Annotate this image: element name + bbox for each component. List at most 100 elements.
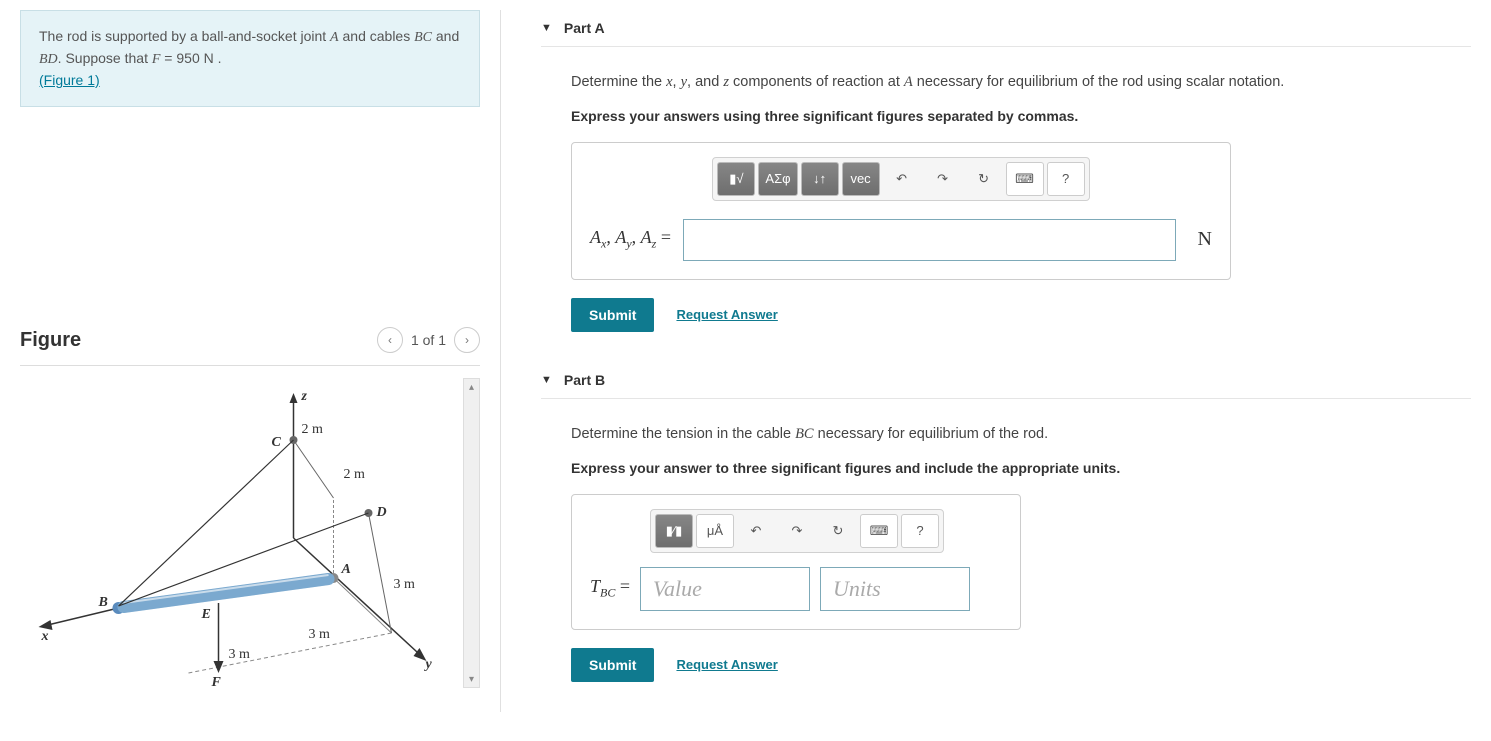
force-value: = 950 N .: [160, 50, 221, 66]
force-F-label: F: [211, 675, 222, 688]
templates-button[interactable]: ▮√: [717, 162, 755, 196]
prompt-text: components of reaction at: [729, 74, 904, 90]
part-a-variables: Ax, Ay, Az =: [590, 227, 671, 252]
left-pane: The rod is supported by a ball-and-socke…: [20, 10, 480, 712]
axis-z: z: [301, 389, 308, 404]
scroll-up-icon[interactable]: ▴: [464, 379, 479, 395]
right-pane: ▼ Part A Determine the x, y, and z compo…: [500, 10, 1471, 712]
units-input[interactable]: Units: [820, 567, 970, 611]
T-sym: T: [590, 576, 600, 596]
figure-title: Figure: [20, 329, 81, 352]
figure-link[interactable]: (Figure 1): [39, 72, 100, 88]
part-b-toolbar: ▮⁄▮ μÅ ↶ ↷ ↻ ⌨ ?: [650, 509, 944, 553]
figure-scrollbar[interactable]: ▴ ▾: [463, 378, 480, 688]
sort-button[interactable]: ↓↑: [801, 162, 839, 196]
T-sub: BC: [600, 586, 615, 600]
part-b-prompt: Determine the tension in the cable BC ne…: [571, 424, 1471, 446]
units-format-button[interactable]: μÅ: [696, 514, 734, 548]
dim-3m-b: 3 m: [309, 627, 331, 642]
cable-BD: BD: [39, 52, 58, 67]
undo-button[interactable]: ↶: [737, 514, 775, 548]
redo-button[interactable]: ↷: [924, 162, 962, 196]
problem-text: . Suppose that: [58, 50, 152, 66]
figure-header: Figure ‹ 1 of 1 ›: [20, 327, 480, 366]
figure-body: z y x C: [20, 378, 480, 688]
redo-button[interactable]: ↷: [778, 514, 816, 548]
collapse-icon: ▼: [541, 374, 552, 386]
part-a-input-card: ▮√ ΑΣφ ↓↑ vec ↶ ↷ ↻ ⌨ ? Ax, Ay, Az =: [571, 142, 1231, 280]
part-b-title: Part B: [564, 372, 605, 388]
submit-button[interactable]: Submit: [571, 298, 654, 332]
part-a-toolbar: ▮√ ΑΣφ ↓↑ vec ↶ ↷ ↻ ⌨ ?: [712, 157, 1089, 201]
part-b-header[interactable]: ▼ Part B: [541, 362, 1471, 399]
scroll-down-icon[interactable]: ▾: [464, 671, 479, 687]
part-b-input-row: TBC = Value Units: [590, 567, 1002, 611]
part-b-input-card: ▮⁄▮ μÅ ↶ ↷ ↻ ⌨ ? TBC = Value Units: [571, 494, 1021, 630]
dim-3m-c: 3 m: [229, 647, 251, 662]
comma: ,: [673, 74, 681, 90]
pager-next-button[interactable]: ›: [454, 327, 480, 353]
part-a: ▼ Part A Determine the x, y, and z compo…: [541, 10, 1471, 332]
vec-button[interactable]: vec: [842, 162, 880, 196]
comma: ,: [606, 227, 615, 247]
point-E: E: [201, 607, 211, 622]
point-A-ref: A: [904, 74, 913, 90]
part-a-input-row: Ax, Ay, Az = N: [590, 219, 1212, 261]
value-input[interactable]: Value: [640, 567, 810, 611]
part-a-instructions: Express your answers using three signifi…: [571, 108, 1471, 124]
figure-diagram: z y x C: [20, 378, 457, 688]
part-a-header[interactable]: ▼ Part A: [541, 10, 1471, 47]
and: , and: [687, 74, 723, 90]
point-C: C: [272, 435, 282, 450]
equals: =: [615, 576, 630, 596]
part-a-prompt: Determine the x, y, and z components of …: [571, 72, 1471, 94]
comma: ,: [632, 227, 641, 247]
problem-text: The rod is supported by a ball-and-socke…: [39, 28, 330, 44]
part-b: ▼ Part B Determine the tension in the ca…: [541, 362, 1471, 682]
part-a-answer-input[interactable]: [683, 219, 1176, 261]
part-b-actions: Submit Request Answer: [571, 648, 1471, 682]
axis-y: y: [424, 657, 433, 672]
problem-text: and: [432, 28, 459, 44]
collapse-icon: ▼: [541, 22, 552, 34]
problem-text: and cables: [339, 28, 415, 44]
joint-A: A: [330, 30, 339, 45]
keyboard-button[interactable]: ⌨: [860, 514, 898, 548]
refresh-button[interactable]: ↻: [965, 162, 1003, 196]
prompt-text: necessary for equilibrium of the rod usi…: [913, 74, 1285, 90]
cable-BC-ref: BC: [795, 426, 814, 442]
undo-button[interactable]: ↶: [883, 162, 921, 196]
Ax-sym: A: [590, 227, 601, 247]
greek-button[interactable]: ΑΣφ: [758, 162, 797, 196]
Az-sym: A: [641, 227, 652, 247]
point-B: B: [98, 595, 108, 610]
dim-2m-b: 2 m: [344, 467, 366, 482]
cable-BC: BC: [414, 30, 432, 45]
part-a-title: Part A: [564, 20, 605, 36]
templates-button[interactable]: ▮⁄▮: [655, 514, 693, 548]
dim-2m-a: 2 m: [302, 422, 324, 437]
dim-3m-a: 3 m: [394, 577, 416, 592]
request-answer-link[interactable]: Request Answer: [676, 657, 777, 672]
Ay-sym: A: [615, 227, 626, 247]
part-a-actions: Submit Request Answer: [571, 298, 1471, 332]
request-answer-link[interactable]: Request Answer: [676, 307, 777, 322]
help-button[interactable]: ?: [1047, 162, 1085, 196]
equals: =: [656, 227, 671, 247]
point-D: D: [376, 505, 387, 520]
keyboard-button[interactable]: ⌨: [1006, 162, 1044, 196]
pager-prev-button[interactable]: ‹: [377, 327, 403, 353]
prompt-text: necessary for equilibrium of the rod.: [814, 426, 1049, 442]
prompt-text: Determine the tension in the cable: [571, 426, 795, 442]
submit-button[interactable]: Submit: [571, 648, 654, 682]
part-b-variable: TBC =: [590, 576, 630, 601]
figure-pager: ‹ 1 of 1 ›: [377, 327, 480, 353]
axis-x: x: [41, 629, 49, 644]
refresh-button[interactable]: ↻: [819, 514, 857, 548]
point-A: A: [341, 562, 351, 577]
part-b-instructions: Express your answer to three significant…: [571, 460, 1471, 476]
problem-statement: The rod is supported by a ball-and-socke…: [20, 10, 480, 107]
pager-label: 1 of 1: [411, 332, 446, 348]
prompt-text: Determine the: [571, 74, 666, 90]
help-button[interactable]: ?: [901, 514, 939, 548]
